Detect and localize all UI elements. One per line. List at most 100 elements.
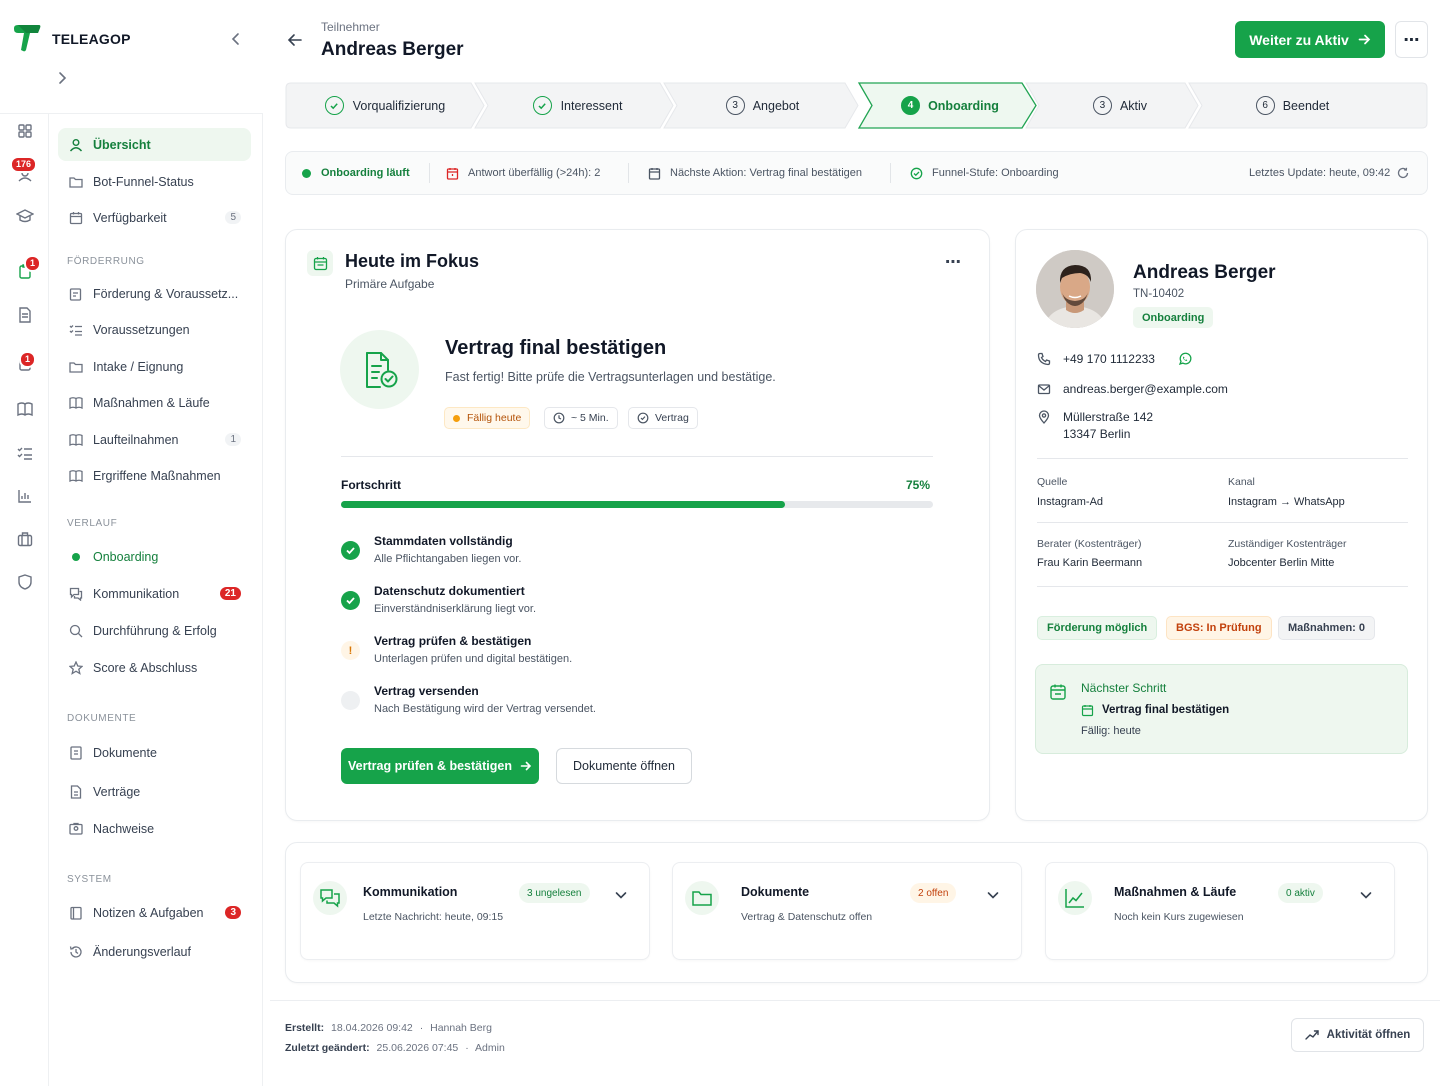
checklist-item-stammdaten[interactable]: Stammdaten vollständig Alle Pflichtangab…	[341, 534, 941, 574]
graduation-cap-icon[interactable]	[14, 205, 36, 227]
focus-title: Heute im Fokus	[345, 251, 480, 271]
sidebar-item-onboarding[interactable]: Onboarding	[58, 540, 251, 573]
sidebar-item-nachweise[interactable]: Nachweise	[58, 812, 251, 845]
progress-track	[341, 501, 933, 508]
focus-calendar-icon	[307, 250, 333, 276]
checklist-item-vertrag-pruefen[interactable]: ! Vertrag prüfen & bestätigen Unterlagen…	[341, 634, 941, 674]
chevron-down-icon[interactable]	[985, 887, 1001, 903]
status-text: Nächste Aktion: Vertrag final bestätigen	[670, 167, 863, 179]
sidebar-item-bot-funnel-status[interactable]: Bot-Funnel-Status	[58, 165, 251, 198]
sidebar-item-vertraege[interactable]: Verträge	[58, 775, 251, 808]
card-title: Dokumente	[741, 885, 810, 899]
history-icon	[68, 944, 84, 960]
step-aktiv[interactable]: 3 Aktiv	[1035, 83, 1205, 128]
progress-value: 75%	[906, 478, 931, 492]
separator: ·	[465, 1042, 469, 1054]
weiter-zu-aktiv-button[interactable]: Weiter zu Aktiv	[1235, 21, 1385, 58]
sidebar-item-kommunikation[interactable]: Kommunikation 21	[58, 577, 251, 610]
section-dokumente: DOKUMENTE	[67, 713, 137, 724]
sidebar-item-uebersicht[interactable]: Übersicht	[58, 128, 251, 161]
sidebar-item-massnahmen-laeufe[interactable]: Maßnahmen & Läufe	[58, 386, 251, 419]
back-arrow-icon[interactable]	[286, 31, 304, 49]
kommunikation-card[interactable]: Kommunikation Letzte Nachricht: heute, 0…	[300, 862, 650, 960]
folder-icon	[685, 881, 719, 915]
book-icon[interactable]	[14, 398, 36, 420]
next-step-calendar-icon	[1049, 683, 1067, 701]
step-vorqualifizierung[interactable]: Vorqualifizierung	[285, 83, 485, 128]
location-pin-icon	[1037, 410, 1051, 424]
massnahmen-card[interactable]: Maßnahmen & Läufe Noch kein Kurs zugewie…	[1045, 862, 1395, 960]
star-icon	[68, 660, 84, 676]
button-label: Dokumente öffnen	[573, 759, 675, 773]
profile-name: Andreas Berger	[1133, 262, 1276, 283]
profile-phone[interactable]: +49 170 1112233	[1063, 352, 1155, 366]
breadcrumb[interactable]: Teilnehmer	[321, 20, 380, 34]
aktivitaet-oeffnen-button[interactable]: Aktivität öffnen	[1291, 1018, 1424, 1052]
sidebar-item-label: Förderung & Voraussetz...	[93, 286, 239, 301]
more-options-button[interactable]: ⋯	[1395, 21, 1428, 58]
status-text: Onboarding läuft	[321, 167, 410, 179]
chevron-down-icon[interactable]	[613, 887, 629, 903]
step-angebot[interactable]: 3 Angebot	[665, 83, 860, 128]
chip-label: ~ 5 Min.	[571, 412, 609, 424]
chevron-down-icon[interactable]	[1358, 887, 1374, 903]
dashboard-grid-icon[interactable]	[14, 120, 36, 142]
focus-more-icon[interactable]: ⋯	[945, 252, 961, 272]
warning-exclamation-icon: !	[341, 641, 360, 660]
step-interessent[interactable]: Interessent	[480, 83, 675, 128]
status-overdue[interactable]: Antwort überfällig (>24h): 2	[446, 151, 600, 195]
document-icon[interactable]	[14, 304, 36, 326]
sidebar-item-intake[interactable]: Intake / Eignung	[58, 350, 251, 383]
sidebar-item-laufteilnahmen[interactable]: Laufteilnahmen 1	[58, 423, 251, 456]
divider	[429, 163, 430, 183]
chip-label: Fällig heute	[467, 412, 522, 424]
step-label: Angebot	[752, 98, 800, 113]
profile-email[interactable]: andreas.berger@example.com	[1063, 382, 1228, 396]
foerderung-pill: Förderung möglich	[1037, 616, 1158, 640]
activity-chart-icon	[1304, 1029, 1319, 1041]
dokumente-oeffnen-button[interactable]: Dokumente öffnen	[556, 748, 692, 784]
sidebar-item-ergriffene-massnahmen[interactable]: Ergriffene Maßnahmen	[58, 459, 251, 492]
checklist-icon[interactable]	[14, 442, 36, 464]
button-label: Vertrag prüfen & bestätigen	[348, 759, 512, 773]
dokumente-card[interactable]: Dokumente Vertrag & Datenschutz offen 2 …	[672, 862, 1022, 960]
mail-icon	[1037, 382, 1051, 396]
sidebar-item-label: Nachweise	[93, 821, 155, 836]
sidebar-item-durchfuehrung[interactable]: Durchführung & Erfolg	[58, 614, 251, 647]
section-verlauf: VERLAUF	[67, 518, 118, 529]
checklist-subtitle: Einverständniserklärung liegt vor.	[374, 603, 537, 615]
sidebar-item-aenderungsverlauf[interactable]: Änderungsverlauf	[58, 935, 251, 968]
sidebar-item-label: Score & Abschluss	[93, 660, 198, 675]
count-badge: 5	[225, 211, 241, 224]
briefcase-icon[interactable]	[14, 528, 36, 550]
checklist-item-datenschutz[interactable]: Datenschutz dokumentiert Einverständnise…	[341, 584, 941, 624]
calendar-icon	[648, 167, 661, 180]
sidebar-item-score[interactable]: Score & Abschluss	[58, 651, 251, 684]
next-step-task[interactable]: Vertrag final bestätigen	[1102, 704, 1229, 716]
sidebar-item-foerderung[interactable]: Förderung & Voraussetz...	[58, 277, 251, 310]
sidebar-item-verfuegbarkeit[interactable]: Verfügbarkeit 5	[58, 201, 251, 234]
notes-icon	[68, 905, 84, 921]
id-card-icon	[68, 821, 84, 837]
divider	[341, 456, 933, 457]
sidebar-item-voraussetzungen[interactable]: Voraussetzungen	[58, 313, 251, 346]
vertrag-pruefen-button[interactable]: Vertrag prüfen & bestätigen	[341, 748, 539, 784]
sidebar-item-notizen[interactable]: Notizen & Aufgaben 3	[58, 896, 251, 929]
checklist-title: Stammdaten vollständig	[374, 534, 513, 548]
kanal-label: Kanal	[1228, 476, 1255, 488]
status-next-action[interactable]: Nächste Aktion: Vertrag final bestätigen	[648, 151, 862, 195]
whatsapp-icon[interactable]	[1178, 352, 1192, 366]
folder-edit-icon	[68, 286, 84, 302]
step-label: Interessent	[560, 98, 623, 113]
check-done-icon	[341, 541, 360, 560]
refresh-icon[interactable]	[1397, 167, 1409, 179]
step-onboarding[interactable]: 4 Onboarding	[865, 83, 1035, 128]
collapse-sidebar-icon[interactable]	[229, 32, 243, 46]
checklist-item-vertrag-versenden[interactable]: Vertrag versenden Nach Bestätigung wird …	[341, 684, 941, 724]
step-beendet[interactable]: 6 Beendet	[1195, 83, 1390, 128]
sidebar-item-dokumente[interactable]: Dokumente	[58, 736, 251, 769]
chart-icon[interactable]	[14, 485, 36, 507]
profile-street: Müllerstraße 142	[1063, 410, 1154, 424]
shield-icon[interactable]	[14, 571, 36, 593]
expand-rail-icon[interactable]	[55, 71, 69, 85]
